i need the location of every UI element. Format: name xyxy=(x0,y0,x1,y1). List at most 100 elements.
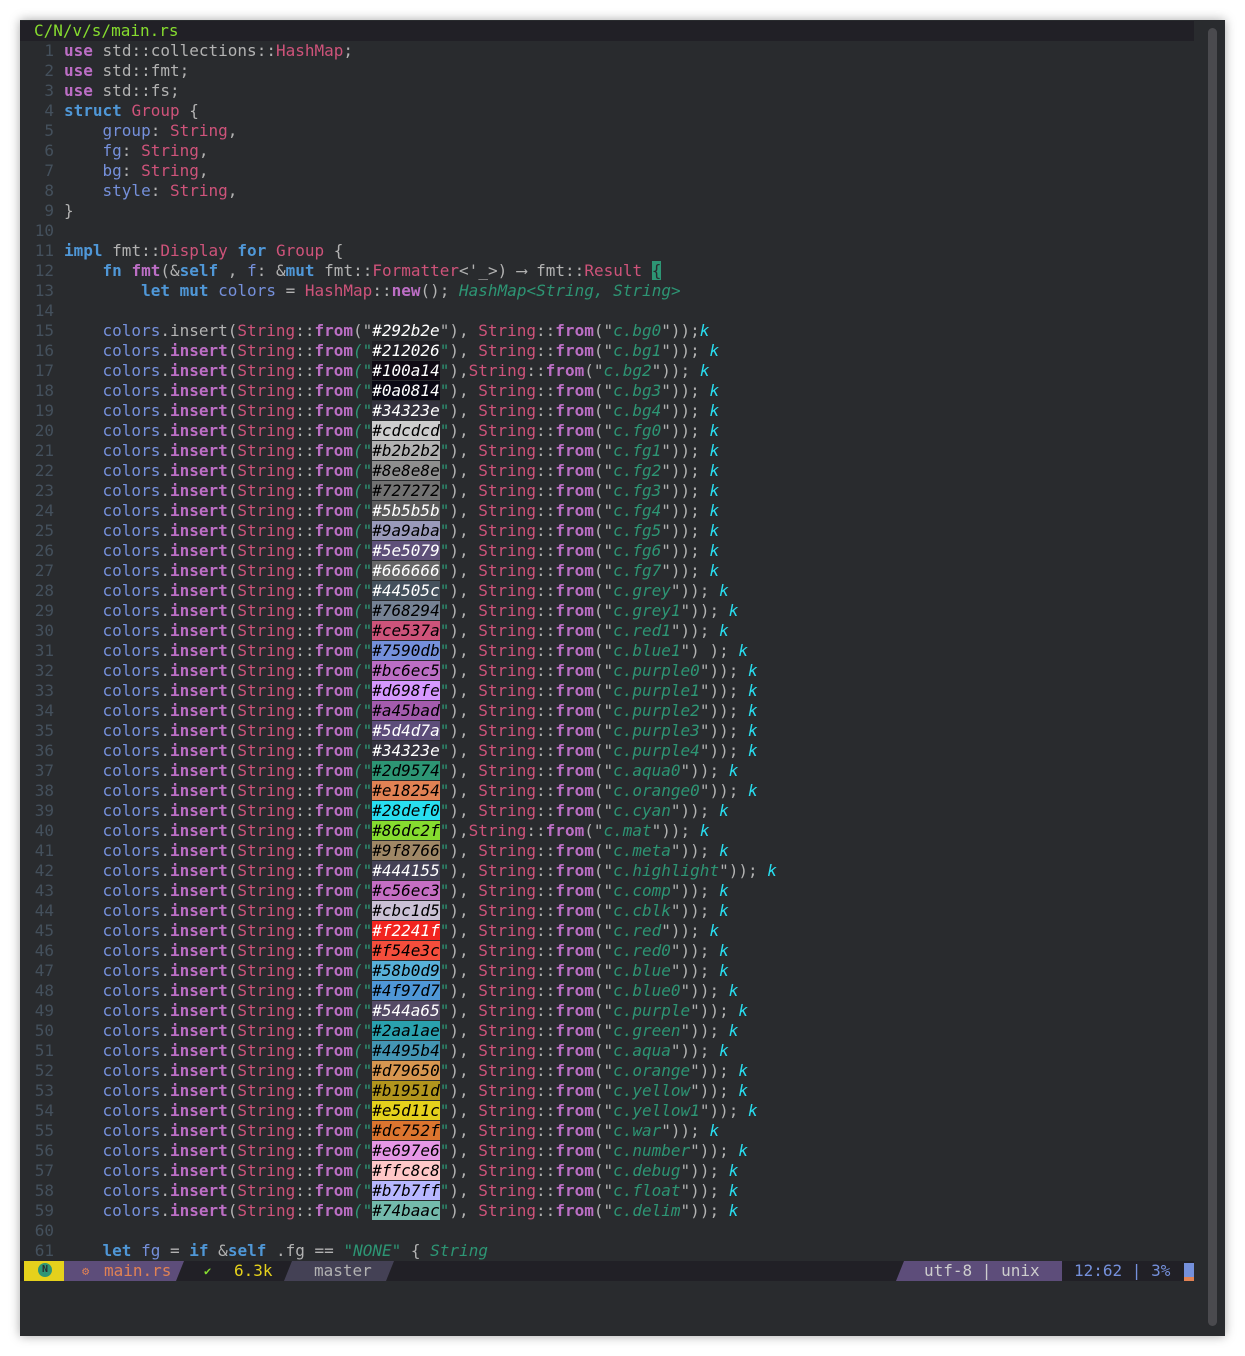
code-token: " xyxy=(439,801,450,820)
code-token: k xyxy=(728,1201,739,1220)
code-token: String xyxy=(478,581,537,600)
code-token: c.fg1 xyxy=(613,441,662,460)
code-token: :: xyxy=(536,661,556,680)
code-token: :: xyxy=(526,361,546,380)
code-token: "), xyxy=(439,321,469,340)
code-token: String xyxy=(237,581,296,600)
code-token: let xyxy=(102,1241,132,1260)
code-token: :: xyxy=(295,461,315,480)
code-token: from xyxy=(314,841,353,860)
code-token: String xyxy=(237,921,296,940)
code-token: (" xyxy=(353,401,373,420)
color-swatch: #9f8766 xyxy=(372,841,440,860)
code-token: ( xyxy=(227,661,238,680)
code-token: " xyxy=(439,1161,450,1180)
code-token: ), xyxy=(449,581,479,600)
code-token: colors xyxy=(102,1181,161,1200)
code-token: insert xyxy=(169,741,228,760)
code-token: c.red1 xyxy=(613,621,671,640)
code-token: ), xyxy=(449,441,479,460)
code-line: 19 colors.insert(String::from("#34323e")… xyxy=(20,401,719,421)
code-token: ), xyxy=(449,541,479,560)
code-content: colors.insert(String::from("#5b5b5b"), S… xyxy=(64,501,719,521)
code-token: :: xyxy=(295,1061,315,1080)
code-token: . xyxy=(160,921,170,940)
code-token: . xyxy=(160,861,170,880)
code-token: (" xyxy=(593,1181,614,1200)
code-token: :: xyxy=(536,341,556,360)
code-token: from xyxy=(555,721,594,740)
code-token: " xyxy=(439,581,450,600)
code-token: ")); xyxy=(670,801,710,820)
code-token: ( xyxy=(227,1201,238,1220)
color-swatch: #86dc2f xyxy=(372,821,440,840)
code-token: colors xyxy=(102,1061,161,1080)
code-token: " xyxy=(439,521,450,540)
code-token: from xyxy=(555,1161,594,1180)
code-token: . xyxy=(160,1181,170,1200)
code-token: :: xyxy=(131,41,151,60)
code-token: (" xyxy=(593,1141,614,1160)
code-token: ), xyxy=(449,521,479,540)
code-token: from xyxy=(555,661,594,680)
code-token: (" xyxy=(593,741,614,760)
code-content: colors.insert(String::from("#28def0"), S… xyxy=(64,801,729,821)
code-token: std xyxy=(102,41,132,60)
code-token: c.fg6 xyxy=(613,541,662,560)
code-token: ")); xyxy=(661,321,700,340)
code-token: k xyxy=(709,921,720,940)
code-token: (" xyxy=(353,1021,373,1040)
code-token: colors xyxy=(102,321,161,340)
code-token: String xyxy=(237,981,296,1000)
code-token: { xyxy=(333,241,344,260)
code-token: from xyxy=(555,681,594,700)
code-token: String xyxy=(478,481,537,500)
code-token: String xyxy=(237,441,296,460)
code-token: (" xyxy=(353,701,373,720)
code-token: :: xyxy=(295,761,315,780)
code-token: ( xyxy=(227,441,238,460)
code-token: from xyxy=(314,681,353,700)
code-token: . xyxy=(160,661,170,680)
code-token: k xyxy=(709,561,720,580)
code-token: String xyxy=(478,701,537,720)
code-token: (" xyxy=(353,601,373,620)
code-token: c.orange0 xyxy=(613,781,700,800)
code-token: :: xyxy=(295,901,315,920)
color-swatch: #c56ec3 xyxy=(372,881,440,900)
code-token: . xyxy=(160,1021,170,1040)
code-token: (" xyxy=(593,881,614,900)
code-token: from xyxy=(314,401,353,420)
code-token: String xyxy=(237,741,296,760)
code-token: String xyxy=(478,1041,537,1060)
code-token: k xyxy=(709,341,720,360)
code-token: k xyxy=(747,681,758,700)
line-number: 10 xyxy=(34,221,54,240)
code-token: String xyxy=(237,461,296,480)
code-token: c.red0 xyxy=(613,941,671,960)
code-token: . xyxy=(160,1101,170,1120)
code-token: (" xyxy=(353,941,373,960)
scrollbar[interactable] xyxy=(1208,28,1217,1326)
code-token: " xyxy=(439,361,450,380)
line-number: 42 xyxy=(34,861,54,880)
code-token: String xyxy=(478,861,537,880)
code-token: colors xyxy=(102,1001,161,1020)
code-content: colors.insert(String::from("#7590db"), S… xyxy=(64,641,748,661)
code-token: :: xyxy=(536,421,556,440)
code-token: colors xyxy=(102,741,161,760)
code-token: . xyxy=(160,401,170,420)
code-token: insert xyxy=(169,341,228,360)
tab-path[interactable]: C/N/v/s/main.rs xyxy=(34,21,179,41)
code-token: c.delim xyxy=(613,1201,681,1220)
code-token: c.yellow1 xyxy=(613,1101,700,1120)
code-token: String xyxy=(237,701,296,720)
code-token: ")); xyxy=(670,621,710,640)
code-line: 58 colors.insert(String::from("#b7b7ff")… xyxy=(20,1181,738,1201)
code-token: from xyxy=(555,1181,594,1200)
line-number: 48 xyxy=(34,981,54,1000)
code-line: 38 colors.insert(String::from("#e18254")… xyxy=(20,781,758,801)
code-token: from xyxy=(555,481,594,500)
code-token: from xyxy=(555,941,594,960)
code-line: 26 colors.insert(String::from("#5e5079")… xyxy=(20,541,719,561)
